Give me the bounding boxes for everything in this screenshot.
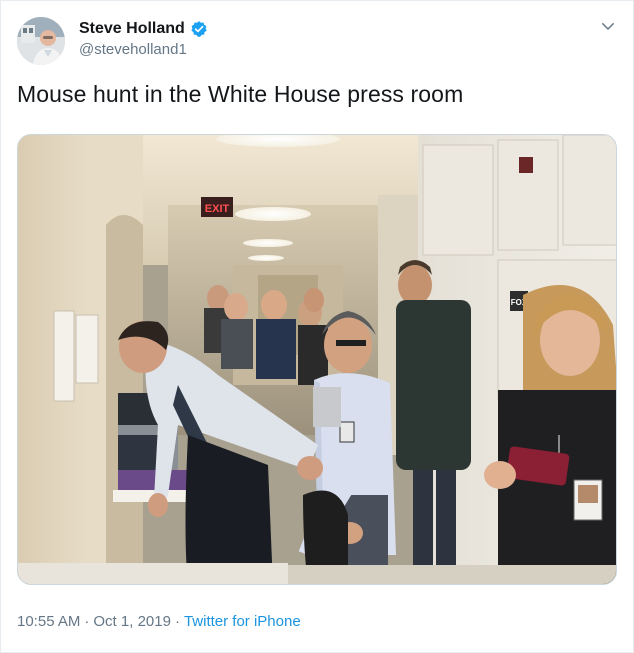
tweet-source-link[interactable]: Twitter for iPhone xyxy=(184,613,301,630)
tweet-text: Mouse hunt in the White House press room xyxy=(17,81,464,107)
meta-separator-2: · xyxy=(174,613,180,630)
chevron-down-icon[interactable] xyxy=(599,17,617,35)
exit-sign-text: EXIT xyxy=(205,203,230,215)
author-avatar[interactable] xyxy=(17,17,65,65)
avatar-photo-icon xyxy=(17,17,65,65)
tweet-photo[interactable]: EXIT FOX xyxy=(17,134,617,585)
author-handle[interactable]: @steveholland1 xyxy=(79,41,187,58)
tweet-time[interactable]: 10:55 AM xyxy=(17,613,80,630)
tweet-card: Steve Holland @steveholland1 Mouse hunt … xyxy=(0,0,634,653)
press-room-photo-icon: EXIT FOX xyxy=(18,135,616,584)
tweet-meta: 10:55 AM · Oct 1, 2019 · Twitter for iPh… xyxy=(17,613,301,630)
verified-badge-icon xyxy=(191,21,207,37)
author-display-name[interactable]: Steve Holland xyxy=(79,20,185,38)
meta-separator: · xyxy=(84,613,90,630)
tweet-date[interactable]: Oct 1, 2019 xyxy=(93,613,171,630)
author-name-row[interactable]: Steve Holland xyxy=(79,20,208,38)
